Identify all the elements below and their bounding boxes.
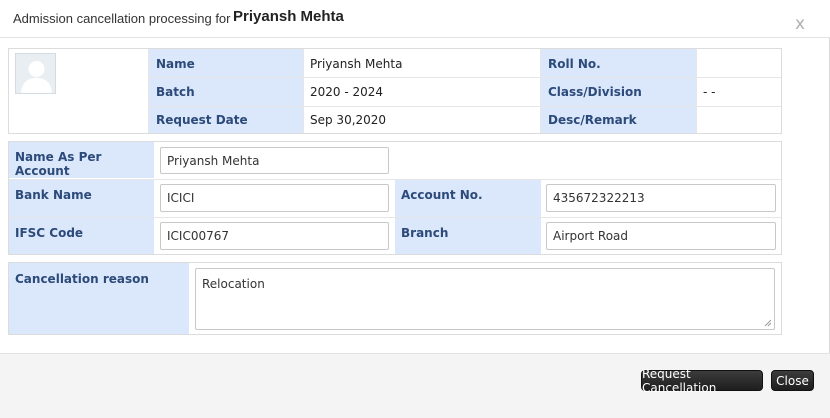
class-division-value: - - [703,85,716,99]
roll-no-label: Roll No. [541,49,696,77]
branch-field[interactable]: Airport Road [546,222,776,250]
cancellation-reason-label: Cancellation reason [9,263,189,334]
resize-handle-icon[interactable] [764,319,772,327]
divider [149,106,781,107]
admission-cancellation-dialog: Admission cancellation processing for Pr… [0,0,830,418]
cancellation-reason-textarea[interactable]: Relocation [195,268,775,330]
divider [149,77,781,78]
bank-name-field[interactable]: ICICI [160,184,389,212]
name-label: Name [149,49,303,77]
divider [696,49,697,133]
cancellation-reason-text: Relocation [202,277,265,291]
dialog-footer: Request Cancellation Close [0,353,830,418]
batch-label: Batch [149,78,303,106]
desc-remark-value [697,107,781,133]
dialog-titlebar: Admission cancellation processing for Pr… [0,0,830,38]
user-avatar-icon [15,53,56,94]
request-date-value: Sep 30,2020 [310,113,387,127]
name-as-per-account-field[interactable]: Priyansh Mehta [160,147,389,174]
batch-value: 2020 - 2024 [310,85,384,99]
roll-no-value [697,49,781,77]
close-icon[interactable]: x [795,14,805,34]
dialog-title-student-name: Priyansh Mehta [233,8,344,25]
dialog-title-prefix: Admission cancellation processing for [13,11,231,26]
ifsc-code-label: IFSC Code [9,218,154,254]
divider [540,49,541,133]
close-button[interactable]: Close [771,370,814,391]
account-no-label: Account No. [395,180,541,217]
request-date-label: Request Date [149,107,303,133]
name-value: Priyansh Mehta [310,57,403,71]
ifsc-code-field[interactable]: ICIC00767 [160,222,389,250]
desc-remark-label: Desc/Remark [541,107,696,133]
account-no-field[interactable]: 435672322213 [546,184,776,212]
branch-label: Branch [395,218,541,254]
class-division-label: Class/Division [541,78,696,106]
divider [303,49,304,133]
name-as-per-account-label: Name As Per Account [9,142,154,178]
bank-name-label: Bank Name [9,180,154,217]
request-cancellation-button[interactable]: Request Cancellation [641,367,763,395]
